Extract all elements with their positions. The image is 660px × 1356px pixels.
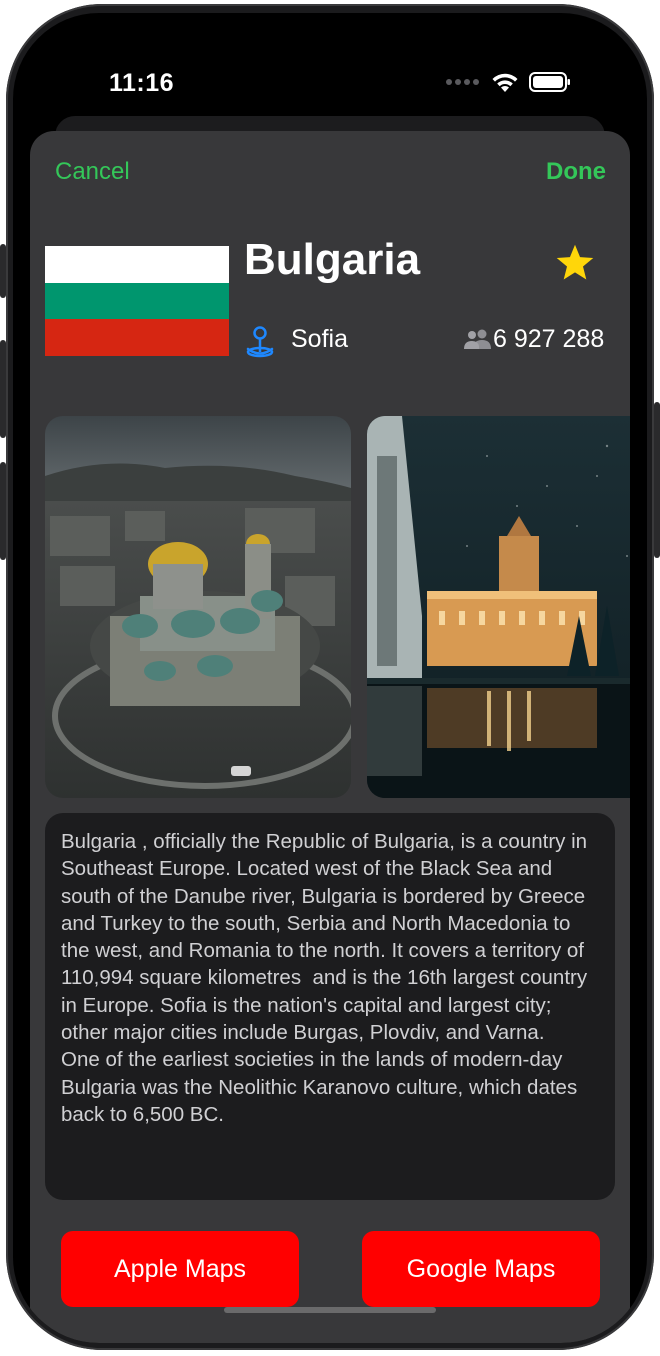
- map-pin-icon: [246, 326, 274, 358]
- apple-maps-button[interactable]: Apple Maps: [61, 1231, 299, 1307]
- people-icon: [464, 329, 491, 349]
- status-time: 11:16: [109, 69, 175, 97]
- country-detail-sheet: Cancel Done Bulgaria Sofia 6 927 288 Bul…: [30, 131, 630, 1343]
- country-flag: [45, 246, 229, 356]
- status-icons: [445, 71, 571, 93]
- country-description: Bulgaria , officially the Republic of Bu…: [45, 813, 615, 1200]
- power-button: [654, 402, 660, 558]
- google-maps-button[interactable]: Google Maps: [362, 1231, 600, 1307]
- star-icon[interactable]: [554, 243, 596, 283]
- capital-label: Sofia: [291, 325, 348, 353]
- done-button[interactable]: Done: [546, 158, 606, 186]
- country-name: Bulgaria: [244, 235, 421, 284]
- volume-up-button: [0, 340, 6, 438]
- signal-dots-icon: [446, 79, 479, 85]
- screen: 11:16 Cancel Done Bulgaria Sofia 6 927 2…: [13, 13, 647, 1343]
- photo-government-building[interactable]: [367, 416, 630, 798]
- battery-icon: [529, 72, 570, 92]
- population-label: 6 927 288: [493, 325, 605, 353]
- description-text: Bulgaria , officially the Republic of Bu…: [61, 830, 588, 1126]
- volume-down-button: [0, 462, 6, 560]
- cancel-button[interactable]: Cancel: [55, 158, 130, 186]
- photo-cathedral[interactable]: [45, 416, 351, 798]
- wifi-icon: [492, 73, 518, 92]
- home-indicator[interactable]: [224, 1307, 436, 1313]
- mute-switch: [0, 244, 6, 298]
